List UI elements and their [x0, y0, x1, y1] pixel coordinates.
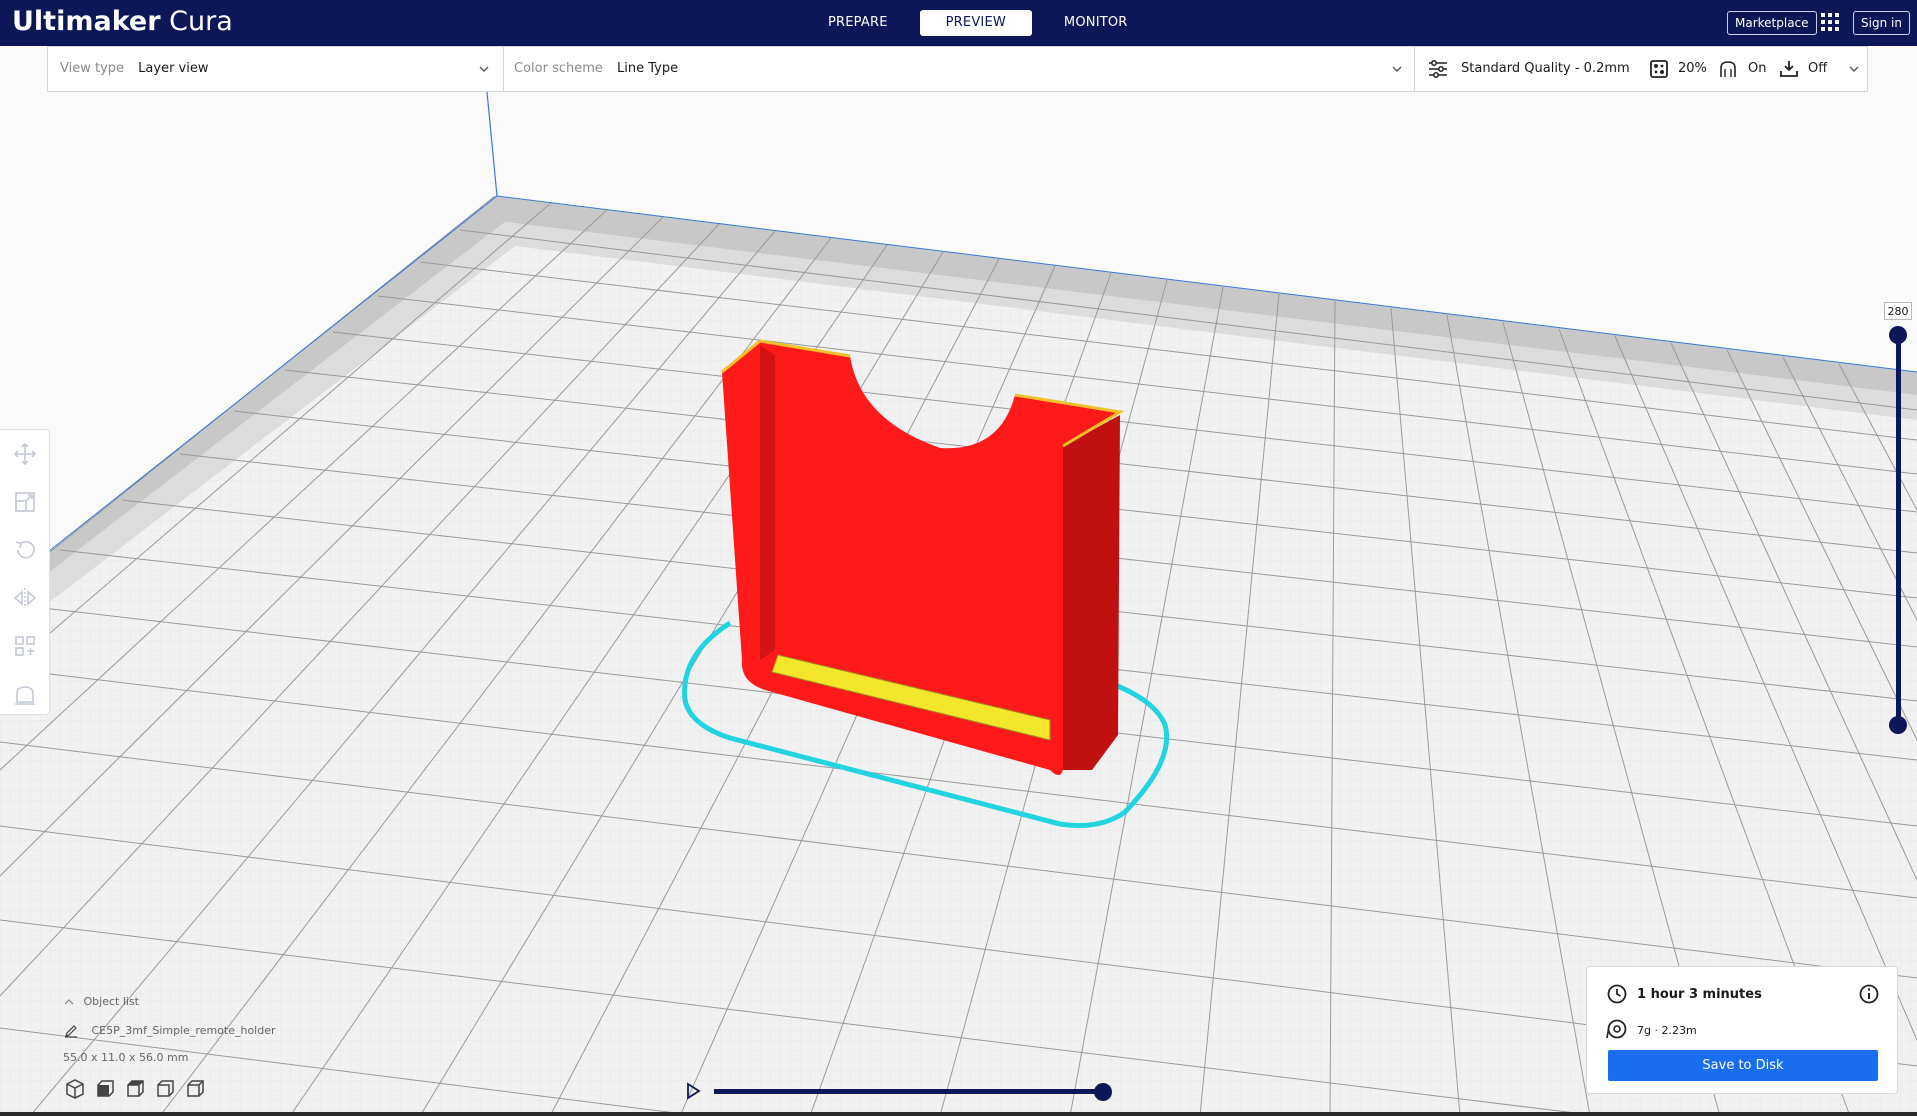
layer-slider-upper-handle[interactable] — [1889, 326, 1907, 344]
model-side — [1063, 415, 1120, 770]
info-icon[interactable] — [1858, 983, 1880, 1005]
material-usage: 7g · 2.23m — [1637, 1024, 1697, 1037]
layer-number-input[interactable]: 280 — [1884, 302, 1912, 320]
apps-grid-icon[interactable] — [1820, 12, 1840, 32]
simulation-slider-track[interactable] — [714, 1089, 1104, 1094]
chevron-up-icon — [64, 999, 74, 1005]
scale-icon[interactable] — [13, 490, 37, 514]
mirror-icon[interactable] — [13, 586, 37, 610]
infill-icon[interactable] — [1649, 59, 1669, 79]
view-type-select[interactable]: View type Layer view — [60, 47, 209, 91]
build-volume-edge — [486, 91, 498, 197]
infill-value[interactable]: 20% — [1678, 47, 1707, 91]
rotate-icon[interactable] — [13, 538, 37, 562]
support-value[interactable]: On — [1748, 47, 1766, 91]
quality-profile[interactable]: Standard Quality - 0.2mm — [1461, 47, 1630, 91]
simulation-slider-handle[interactable] — [1094, 1083, 1112, 1101]
left-view-icon[interactable] — [154, 1078, 176, 1100]
filament-spool-icon — [1606, 1019, 1627, 1039]
print-time: 1 hour 3 minutes — [1637, 987, 1762, 1002]
color-scheme-select[interactable]: Color scheme Line Type — [514, 47, 678, 91]
camera-view-buttons — [64, 1078, 214, 1100]
object-dimensions: 55.0 x 11.0 x 56.0 mm — [63, 1051, 189, 1064]
color-scheme-value: Line Type — [617, 61, 679, 76]
marketplace-button[interactable]: Marketplace — [1727, 11, 1817, 35]
color-scheme-label: Color scheme — [514, 61, 603, 76]
sign-in-button[interactable]: Sign in — [1853, 11, 1910, 35]
stage-tabs: PREPARE PREVIEW MONITOR — [800, 10, 1160, 36]
view-settings-bar: View type Layer view Color scheme Line T… — [47, 46, 1868, 92]
per-model-settings-icon[interactable] — [13, 634, 37, 658]
play-icon[interactable] — [684, 1082, 702, 1100]
move-icon[interactable] — [13, 442, 37, 466]
object-list-toggle[interactable]: Object list — [62, 995, 139, 1008]
adhesion-icon[interactable] — [1779, 59, 1799, 79]
front-view-icon[interactable] — [94, 1078, 116, 1100]
print-info-panel: 1 hour 3 minutes 7g · 2.23m Save to Disk — [1586, 966, 1898, 1094]
brand-light: Cura — [160, 6, 233, 37]
build-plate-scene — [0, 91, 1917, 1116]
chevron-down-icon[interactable] — [1848, 63, 1860, 75]
right-view-icon[interactable] — [184, 1078, 206, 1100]
header-bar: Ultimaker Cura PREPARE PREVIEW MONITOR M… — [0, 0, 1917, 46]
window-bottom-edge — [0, 1112, 1917, 1116]
tool-panel — [0, 429, 50, 715]
divider — [1414, 47, 1415, 91]
app-logo: Ultimaker Cura — [12, 4, 233, 40]
save-to-disk-button[interactable]: Save to Disk — [1608, 1050, 1878, 1081]
adhesion-value[interactable]: Off — [1808, 47, 1827, 91]
divider — [503, 47, 504, 91]
support-icon[interactable] — [1718, 59, 1738, 79]
3d-view-icon[interactable] — [64, 1078, 86, 1100]
object-name-row[interactable]: CE5P_3mf_Simple_remote_holder — [64, 1024, 276, 1038]
object-list-label: Object list — [83, 995, 139, 1008]
view-type-value: Layer view — [138, 61, 209, 76]
settings-sliders-icon[interactable] — [1428, 59, 1448, 79]
chevron-down-icon[interactable] — [478, 63, 490, 75]
layer-slider-track[interactable] — [1896, 335, 1901, 725]
top-view-icon[interactable] — [124, 1078, 146, 1100]
support-blocker-icon[interactable] — [13, 682, 37, 706]
object-name: CE5P_3mf_Simple_remote_holder — [91, 1024, 276, 1037]
brand-bold: Ultimaker — [12, 6, 161, 37]
layer-slider-lower-handle[interactable] — [1889, 716, 1907, 734]
tab-prepare[interactable]: PREPARE — [800, 10, 916, 36]
3d-viewport[interactable] — [0, 46, 1917, 1116]
view-type-label: View type — [60, 61, 125, 76]
tab-preview[interactable]: PREVIEW — [919, 10, 1032, 36]
chevron-down-icon[interactable] — [1391, 63, 1403, 75]
tab-monitor[interactable]: MONITOR — [1036, 10, 1156, 36]
pencil-icon — [65, 1025, 77, 1038]
clock-icon — [1607, 984, 1627, 1004]
